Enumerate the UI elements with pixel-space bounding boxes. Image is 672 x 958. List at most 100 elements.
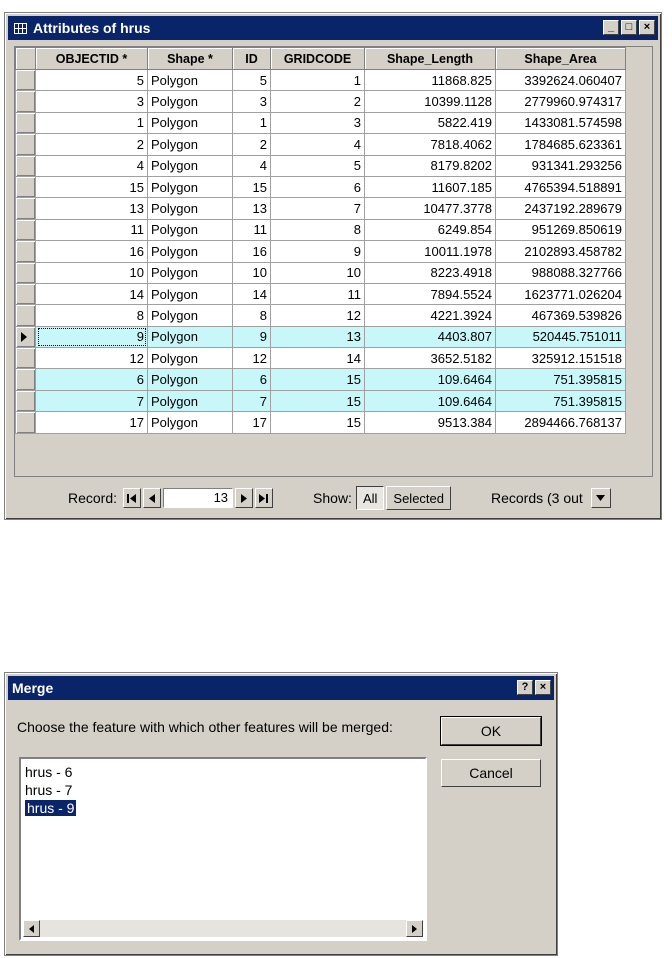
row-selector[interactable]	[15, 68, 36, 92]
table-row[interactable]: 17 Polygon 17 15 9513.384 2894466.768137	[15, 411, 626, 434]
cell-id[interactable]: 3	[232, 90, 271, 113]
cancel-button[interactable]: Cancel	[441, 759, 541, 787]
first-record-button[interactable]	[123, 488, 142, 508]
cell-gridcode[interactable]: 11	[270, 282, 365, 306]
cell-shape[interactable]: Polygon	[147, 261, 233, 284]
cell-id[interactable]: 11	[232, 218, 271, 242]
cell-shape-length[interactable]: 11868.825	[364, 68, 496, 92]
cell-objectid[interactable]: 6	[35, 368, 148, 391]
column-header-shape-area[interactable]: Shape_Area	[495, 47, 626, 70]
cell-shape-area[interactable]: 751.395815	[495, 389, 626, 413]
column-header-shape[interactable]: Shape *	[147, 47, 233, 70]
horizontal-scrollbar[interactable]	[23, 920, 423, 937]
cell-objectid[interactable]: 11	[35, 218, 148, 242]
cell-objectid[interactable]: 2	[35, 133, 148, 156]
cell-shape-area[interactable]: 1623771.026204	[495, 282, 626, 306]
cell-gridcode[interactable]: 7	[270, 197, 365, 220]
cell-shape-length[interactable]: 6249.854	[364, 218, 496, 242]
cell-shape-length[interactable]: 7818.4062	[364, 133, 496, 156]
cell-shape-length[interactable]: 109.6464	[364, 389, 496, 413]
cell-id[interactable]: 13	[232, 197, 271, 220]
table-row[interactable]: 7 Polygon 7 15 109.6464 751.395815	[15, 389, 626, 413]
cell-shape-area[interactable]: 3392624.060407	[495, 68, 626, 92]
cell-shape-area[interactable]: 2894466.768137	[495, 411, 626, 434]
cell-objectid[interactable]: 12	[35, 347, 148, 370]
cell-shape[interactable]: Polygon	[147, 304, 233, 327]
cell-objectid[interactable]: 8	[35, 304, 148, 327]
cell-objectid[interactable]: 4	[35, 154, 148, 177]
cell-shape[interactable]: Polygon	[147, 68, 233, 92]
options-dropdown-button[interactable]	[590, 488, 611, 508]
merge-titlebar[interactable]: Merge ? ×	[8, 676, 554, 700]
cell-shape-area[interactable]: 988088.327766	[495, 261, 626, 284]
cell-shape-area[interactable]: 2779960.974317	[495, 90, 626, 113]
cell-shape-length[interactable]: 8179.8202	[364, 154, 496, 177]
help-button[interactable]: ?	[517, 680, 533, 695]
feature-listbox[interactable]: hrus - 6 hrus - 7 hrus - 9	[19, 757, 427, 941]
row-selector[interactable]	[15, 325, 36, 349]
cell-shape-area[interactable]: 2102893.458782	[495, 240, 626, 263]
list-item[interactable]: hrus - 6	[21, 763, 425, 781]
cell-id[interactable]: 14	[232, 282, 271, 306]
cell-gridcode[interactable]: 9	[270, 240, 365, 263]
table-row[interactable]: 16 Polygon 16 9 10011.1978 2102893.458782	[15, 240, 626, 263]
table-row[interactable]: 3 Polygon 3 2 10399.1128 2779960.974317	[15, 90, 626, 113]
cell-shape-length[interactable]: 10011.1978	[364, 240, 496, 263]
cell-shape[interactable]: Polygon	[147, 325, 233, 349]
cell-shape[interactable]: Polygon	[147, 175, 233, 199]
cell-shape[interactable]: Polygon	[147, 347, 233, 370]
cell-gridcode[interactable]: 15	[270, 389, 365, 413]
row-selector[interactable]	[15, 154, 36, 177]
cell-shape[interactable]: Polygon	[147, 218, 233, 242]
row-selector[interactable]	[15, 389, 36, 413]
row-selector[interactable]	[15, 347, 36, 370]
cell-shape[interactable]: Polygon	[147, 282, 233, 306]
scroll-track[interactable]	[40, 920, 406, 937]
cell-id[interactable]: 8	[232, 304, 271, 327]
table-row[interactable]: 9 Polygon 9 13 4403.807 520445.751011	[15, 325, 626, 349]
cell-shape-area[interactable]: 931341.293256	[495, 154, 626, 177]
cell-objectid[interactable]: 9	[35, 325, 148, 349]
table-row[interactable]: 13 Polygon 13 7 10477.3778 2437192.289679	[15, 197, 626, 220]
cell-gridcode[interactable]: 14	[270, 347, 365, 370]
show-selected-button[interactable]: Selected	[386, 486, 451, 510]
row-selector[interactable]	[15, 111, 36, 135]
previous-record-button[interactable]	[143, 488, 162, 508]
table-row[interactable]: 2 Polygon 2 4 7818.4062 1784685.623361	[15, 133, 626, 156]
row-selector[interactable]	[15, 218, 36, 242]
table-row[interactable]: 1 Polygon 1 3 5822.419 1433081.574598	[15, 111, 626, 135]
column-header-id[interactable]: ID	[232, 47, 271, 70]
cell-id[interactable]: 1	[232, 111, 271, 135]
scroll-left-button[interactable]	[23, 920, 40, 937]
cell-shape-area[interactable]: 1784685.623361	[495, 133, 626, 156]
cell-id[interactable]: 2	[232, 133, 271, 156]
cell-gridcode[interactable]: 1	[270, 68, 365, 92]
row-selector[interactable]	[15, 304, 36, 327]
cell-shape-area[interactable]: 325912.151518	[495, 347, 626, 370]
minimize-button[interactable]: _	[603, 20, 619, 35]
cell-shape-length[interactable]: 8223.4918	[364, 261, 496, 284]
corner-header[interactable]	[15, 47, 36, 70]
cell-shape-length[interactable]: 5822.419	[364, 111, 496, 135]
cell-shape-length[interactable]: 10399.1128	[364, 90, 496, 113]
next-record-button[interactable]	[235, 488, 254, 508]
cell-shape[interactable]: Polygon	[147, 133, 233, 156]
list-item[interactable]: hrus - 9	[21, 799, 425, 817]
scroll-right-button[interactable]	[406, 920, 423, 937]
table-row[interactable]: 12 Polygon 12 14 3652.5182 325912.151518	[15, 347, 626, 370]
cell-id[interactable]: 12	[232, 347, 271, 370]
cell-shape[interactable]: Polygon	[147, 411, 233, 434]
cell-objectid[interactable]: 1	[35, 111, 148, 135]
cell-objectid[interactable]: 17	[35, 411, 148, 434]
cell-shape-area[interactable]: 1433081.574598	[495, 111, 626, 135]
table-row[interactable]: 4 Polygon 4 5 8179.8202 931341.293256	[15, 154, 626, 177]
cell-id[interactable]: 7	[232, 389, 271, 413]
cell-shape[interactable]: Polygon	[147, 389, 233, 413]
cell-objectid[interactable]: 7	[35, 389, 148, 413]
row-selector[interactable]	[15, 411, 36, 434]
cell-shape-area[interactable]: 751.395815	[495, 368, 626, 391]
cell-objectid[interactable]: 15	[35, 175, 148, 199]
maximize-button[interactable]: □	[621, 20, 637, 35]
close-button[interactable]: ×	[639, 20, 655, 35]
row-selector[interactable]	[15, 197, 36, 220]
